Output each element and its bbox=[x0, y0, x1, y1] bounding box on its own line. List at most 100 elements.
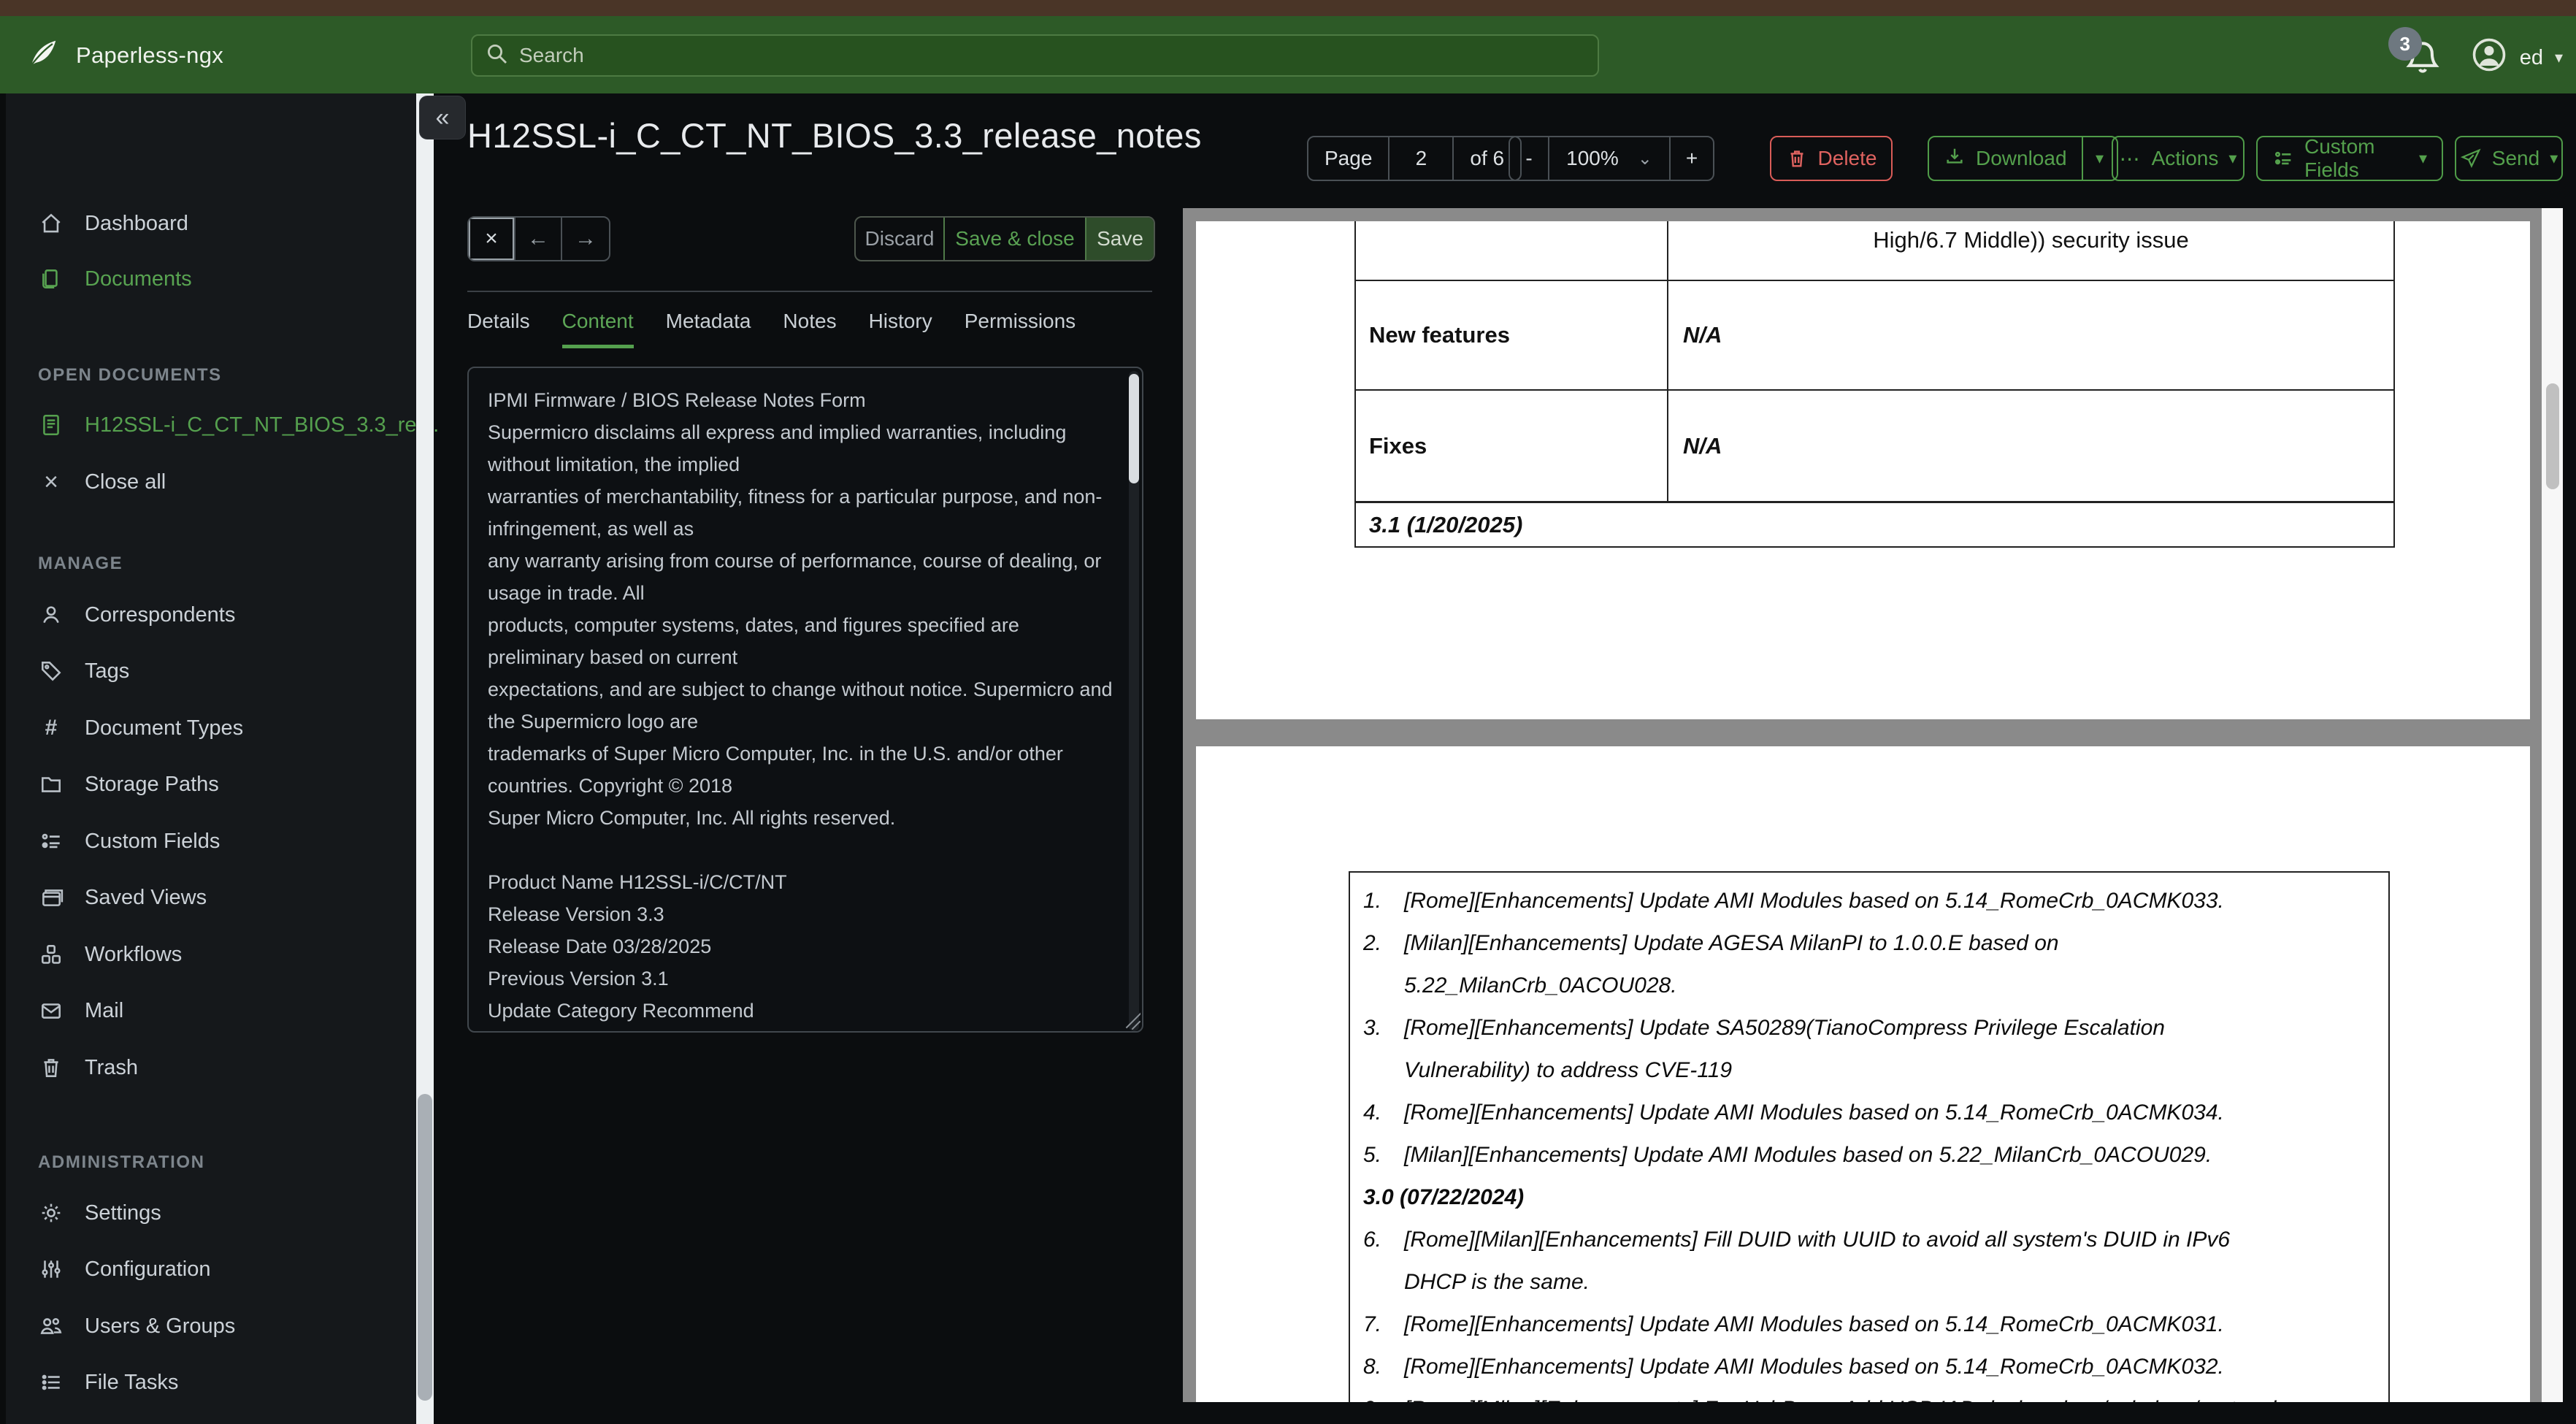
sidebar-item-settings[interactable]: Settings bbox=[38, 1200, 161, 1226]
changelog-list: 1. [Rome][Enhancements] Update AMI Module… bbox=[1349, 871, 2390, 1402]
notifications-button[interactable]: 3 bbox=[2388, 27, 2442, 80]
sidebar-item-dashboard[interactable]: Dashboard bbox=[38, 210, 188, 237]
sidebar-item-saved-views[interactable]: Saved Views bbox=[38, 884, 207, 911]
close-document-button[interactable]: × bbox=[469, 218, 515, 260]
previous-document-button[interactable]: ← bbox=[515, 218, 562, 260]
dots-icon: ⋯ bbox=[2119, 147, 2142, 170]
download-icon bbox=[1944, 145, 1966, 172]
sidebar-item-custom-fields[interactable]: Custom Fields bbox=[38, 828, 220, 854]
send-button[interactable]: Send ▾ bbox=[2455, 136, 2563, 181]
content-editor: IPMI Firmware / BIOS Release Notes Form … bbox=[467, 367, 1143, 1033]
sidebar-item-storage-paths[interactable]: Storage Paths bbox=[38, 771, 219, 797]
sidebar-item-label: Trash bbox=[85, 1055, 139, 1079]
actions-button[interactable]: ⋯ Actions ▾ bbox=[2112, 136, 2245, 181]
caret-down-icon: ▾ bbox=[2228, 149, 2237, 167]
sidebar-scrollbar-thumb[interactable] bbox=[418, 1094, 432, 1401]
sidebar-item-label: Settings bbox=[85, 1201, 161, 1225]
sidebar-item-label: Document Types bbox=[85, 716, 244, 740]
save-button[interactable]: Save bbox=[1086, 218, 1154, 260]
zoom-in-button[interactable]: + bbox=[1671, 137, 1713, 180]
pdf-scrollbar-thumb[interactable] bbox=[2546, 383, 2559, 489]
browser-edge-strip bbox=[0, 0, 2576, 16]
trash-icon bbox=[1786, 147, 1808, 170]
textarea-resize-handle[interactable] bbox=[1122, 1011, 1141, 1030]
username: ed bbox=[2519, 45, 2543, 69]
zoom-level-select[interactable]: 100% ⌄ bbox=[1549, 137, 1671, 180]
list-item: 3. [Rome][Enhancements] Update SA50289(Ti… bbox=[1363, 1016, 2165, 1040]
tab-metadata[interactable]: Metadata bbox=[666, 310, 751, 348]
sidebar-item-label: Dashboard bbox=[85, 211, 188, 235]
next-document-button[interactable]: → bbox=[562, 218, 609, 260]
brand-logo[interactable]: Paperless-ngx bbox=[26, 37, 223, 74]
person-circle-icon bbox=[2470, 36, 2508, 80]
tab-permissions[interactable]: Permissions bbox=[965, 310, 1076, 348]
sidebar-scrollbar[interactable] bbox=[416, 93, 434, 1424]
content-textarea[interactable]: IPMI Firmware / BIOS Release Notes Form … bbox=[469, 368, 1142, 1031]
tab-content[interactable]: Content bbox=[561, 310, 634, 348]
sidebar-item-label: Users & Groups bbox=[85, 1314, 236, 1338]
close-icon: × bbox=[44, 467, 58, 496]
sidebar-item-configuration[interactable]: Configuration bbox=[38, 1256, 211, 1282]
sidebar-item-workflows[interactable]: Workflows bbox=[38, 941, 182, 968]
list-task-icon bbox=[38, 1369, 64, 1396]
person-icon bbox=[38, 602, 64, 628]
pdf-page-2: 1. [Rome][Enhancements] Update AMI Module… bbox=[1196, 746, 2530, 1402]
fixes-label: Fixes bbox=[1356, 391, 1668, 501]
sidebar-item-documents[interactable]: Documents bbox=[38, 266, 192, 292]
sidebar: Dashboard Documents OPEN DOCUMENTS H12SS… bbox=[0, 93, 439, 1424]
tab-notes[interactable]: Notes bbox=[783, 310, 836, 348]
sidebar-item-file-tasks[interactable]: File Tasks bbox=[38, 1369, 178, 1396]
search-input[interactable] bbox=[519, 44, 1584, 67]
open-document-title: H12SSL-i_C_CT_NT_BIOS_3.3_rel... bbox=[85, 413, 440, 437]
brand-name: Paperless-ngx bbox=[76, 42, 224, 68]
list-item: 5.22_MilanCrb_0ACOU028. bbox=[1404, 973, 1677, 998]
zoom-out-button[interactable]: - bbox=[1510, 137, 1549, 180]
page-label: Page bbox=[1308, 137, 1390, 180]
feather-logo-icon bbox=[26, 37, 60, 74]
download-button[interactable]: Download bbox=[1929, 137, 2082, 180]
sidebar-item-tags[interactable]: Tags bbox=[38, 658, 129, 684]
sidebar-collapse-button[interactable]: « bbox=[420, 96, 465, 139]
sidebar-item-mail[interactable]: Mail bbox=[38, 998, 123, 1024]
caret-down-icon: ▾ bbox=[2418, 149, 2427, 167]
sidebar-item-document-types[interactable]: # Document Types bbox=[38, 715, 243, 741]
content-scrollbar-thumb[interactable] bbox=[1129, 374, 1139, 483]
sidebar-item-label: Documents bbox=[85, 267, 192, 291]
page-number-input[interactable]: 2 bbox=[1389, 137, 1454, 180]
list-item: 7. [Rome][Enhancements] Update AMI Module… bbox=[1363, 1312, 2224, 1336]
sidebar-item-trash[interactable]: Trash bbox=[38, 1054, 138, 1081]
sidebar-item-users-groups[interactable]: Users & Groups bbox=[38, 1313, 235, 1339]
sidebar-close-all[interactable]: × Close all bbox=[38, 467, 166, 496]
save-and-close-button[interactable]: Save & close bbox=[943, 218, 1086, 260]
discard-button[interactable]: Discard bbox=[856, 218, 943, 260]
page-control: Page 2 of 6 bbox=[1307, 136, 1522, 181]
sidebar-open-document[interactable]: H12SSL-i_C_CT_NT_BIOS_3.3_rel... bbox=[38, 412, 439, 438]
save-button-group: Discard Save & close Save bbox=[854, 216, 1155, 261]
list-item: 9.[Rome][Milan][Enhancements] For UsbBus… bbox=[1363, 1388, 2366, 1402]
zoom-control: - 100% ⌄ + bbox=[1509, 136, 1714, 181]
new-features-value: N/A bbox=[1683, 322, 1722, 348]
custom-fields-button[interactable]: Custom Fields ▾ bbox=[2256, 135, 2443, 181]
download-label: Download bbox=[1976, 147, 2067, 169]
list-item: Vulnerability) to address CVE-119 bbox=[1404, 1058, 1733, 1082]
tab-history[interactable]: History bbox=[869, 310, 932, 348]
list-item: 8. [Rome][Enhancements] Update AMI Module… bbox=[1363, 1355, 2224, 1379]
sidebar-item-label: Workflows bbox=[85, 942, 183, 966]
top-navbar: Paperless-ngx 3 ed ▾ bbox=[0, 16, 2576, 93]
list-item: 2. [Milan][Enhancements] Update AGESA Mil… bbox=[1363, 931, 2059, 955]
list-item: 4. [Rome][Enhancements] Update AMI Module… bbox=[1363, 1100, 2224, 1125]
open-documents-header: OPEN DOCUMENTS bbox=[38, 365, 222, 385]
notification-count-badge: 3 bbox=[2388, 27, 2422, 61]
delete-button[interactable]: Delete bbox=[1770, 136, 1893, 181]
pdf-page-1: High/6.7 Middle)) security issue New fea… bbox=[1196, 221, 2530, 719]
people-icon bbox=[38, 1313, 64, 1339]
user-menu[interactable]: ed ▾ bbox=[2470, 36, 2563, 80]
caret-down-icon: ▾ bbox=[2550, 149, 2558, 167]
sidebar-item-label: Saved Views bbox=[85, 885, 207, 909]
send-label: Send bbox=[2491, 147, 2540, 169]
tab-details[interactable]: Details bbox=[467, 310, 530, 348]
sidebar-item-correspondents[interactable]: Correspondents bbox=[38, 602, 235, 628]
list-item: 5. [Milan][Enhancements] Update AMI Modul… bbox=[1363, 1143, 2212, 1167]
new-features-label: New features bbox=[1356, 281, 1668, 389]
version-row: 3.1 (1/20/2025) bbox=[1356, 501, 2393, 546]
